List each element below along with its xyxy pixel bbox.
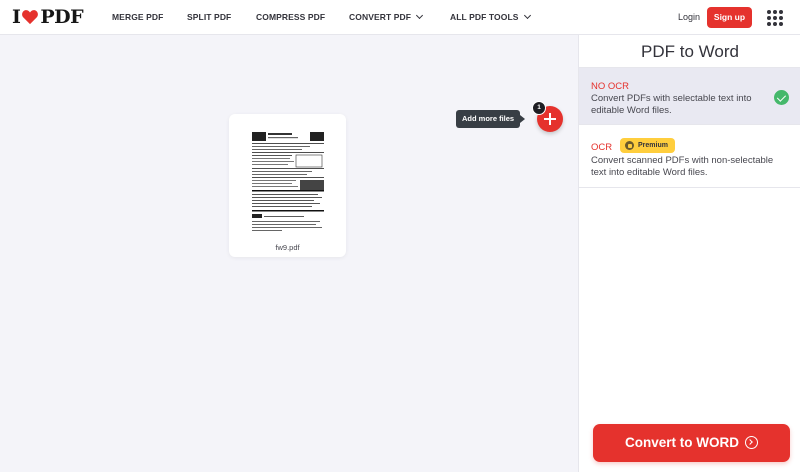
option-no-ocr-title: NO OCR [591, 81, 629, 92]
nav-split-pdf[interactable]: SPLIT PDF [187, 0, 231, 35]
logo-letter-i: I [12, 6, 21, 28]
nav-merge-pdf-label: MERGE PDF [112, 12, 164, 22]
premium-badge-label: Premium [638, 142, 668, 149]
option-ocr[interactable]: OCR Premium Convert scanned PDFs with no… [579, 125, 800, 188]
add-files-tooltip: Add more files [456, 110, 526, 128]
sidebar-title: PDF to Word [641, 42, 739, 61]
nav-compress-pdf[interactable]: COMPRESS PDF [256, 0, 325, 35]
options-sidebar: PDF to Word NO OCR Convert PDFs with sel… [578, 35, 800, 472]
nav-convert-pdf[interactable]: CONVERT PDF [349, 0, 424, 35]
option-ocr-description: Convert scanned PDFs with non-selectable… [591, 155, 774, 178]
convert-button-label: Convert to WORD [625, 435, 739, 450]
crown-icon [625, 141, 634, 150]
file-card[interactable]: fw9.pdf [229, 114, 346, 257]
file-name: fw9.pdf [275, 243, 300, 252]
login-link[interactable]: Login [678, 0, 700, 35]
file-work-area: fw9.pdf Add more files 1 [0, 35, 578, 472]
premium-badge: Premium [620, 138, 675, 153]
arrow-right-circle-icon [745, 436, 758, 449]
file-count-badge: 1 [532, 101, 546, 115]
pdf-thumbnail [250, 130, 326, 234]
convert-button[interactable]: Convert to WORD [593, 424, 790, 462]
top-header: I PDF MERGE PDF SPLIT PDF COMPRESS PDF C… [0, 0, 800, 35]
option-no-ocr-description: Convert PDFs with selectable text into e… [591, 93, 752, 116]
nav-split-pdf-label: SPLIT PDF [187, 12, 232, 22]
nav-all-pdf-tools-label: ALL PDF TOOLS [450, 12, 519, 22]
heart-icon [22, 10, 39, 25]
option-no-ocr[interactable]: NO OCR Convert PDFs with selectable text… [579, 67, 800, 125]
chevron-down-icon [523, 11, 531, 20]
check-icon [774, 90, 789, 105]
logo-text-pdf: PDF [40, 6, 84, 28]
nav-compress-pdf-label: COMPRESS PDF [256, 12, 326, 22]
ilovepdf-logo[interactable]: I PDF [12, 6, 84, 28]
grid-icon[interactable] [767, 10, 783, 26]
signup-button[interactable]: Sign up [707, 7, 752, 28]
nav-all-pdf-tools[interactable]: ALL PDF TOOLS [450, 0, 531, 35]
nav-merge-pdf[interactable]: MERGE PDF [112, 0, 163, 35]
chevron-down-icon [415, 11, 424, 20]
nav-convert-pdf-label: CONVERT PDF [349, 12, 412, 22]
option-ocr-title: OCR [591, 142, 613, 153]
